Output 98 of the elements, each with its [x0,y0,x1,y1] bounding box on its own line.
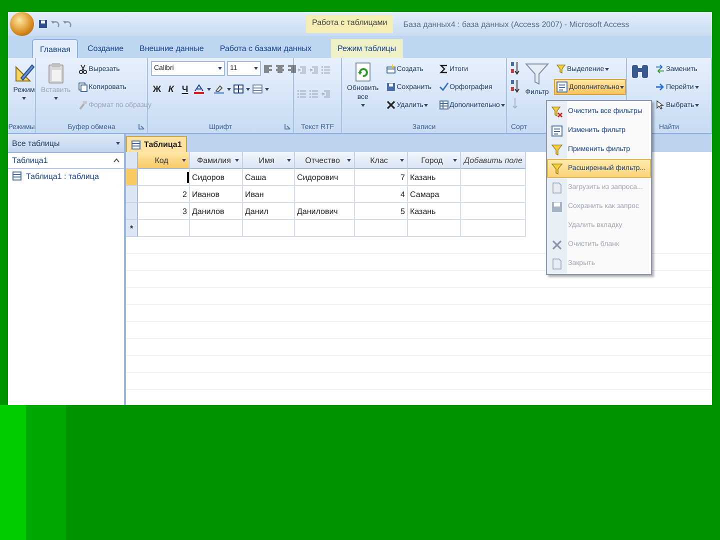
clipboard-icon [46,62,65,84]
funnel-icon [551,162,563,174]
column-header[interactable]: Клас [355,152,408,169]
table-cell: Данилов [190,203,243,220]
record-selector[interactable] [126,186,138,203]
empty-cell [295,186,355,203]
font-color-icon [193,84,205,94]
indent-icon [321,89,331,99]
table-cell: Сидорович [295,169,355,186]
table-cell: Казань [408,203,461,220]
table-cell: Саша [243,169,295,186]
align-center-icon [275,64,285,74]
clear-filter-icon [551,106,563,118]
save-icon [551,200,563,212]
format-button[interactable]: Ж [151,84,163,94]
nav-group-header[interactable]: Таблица1 [8,153,124,169]
table-cell: 4 [355,186,408,203]
table-cell: Иванов [190,186,243,203]
funnel-icon [556,64,566,74]
clear-sort-icon [510,97,520,109]
sort-icon [510,79,520,93]
ribbon-tab[interactable]: Режим таблицы [330,39,404,58]
column-header[interactable]: Добавить поле [461,152,526,169]
empty-cell [461,186,526,203]
table-list-icon [131,140,141,150]
scissors-icon [78,64,88,74]
refresh-icon [354,62,372,82]
nav-item[interactable]: Таблица1 : таблица [8,169,124,183]
new-record-marker: * [126,220,138,237]
delete-icon [386,100,396,110]
window-title: База данных4 : база данных (Access 2007) - Microsoft Access [402,20,630,28]
cursor-icon [655,100,665,110]
new-record-icon [386,64,396,74]
launcher-icon[interactable] [138,123,145,130]
column-header[interactable]: Город [408,152,461,169]
empty-cell [461,203,526,220]
caret-icon [265,88,269,90]
column-header[interactable]: Фамилия [190,152,243,169]
ruler-pencil-icon [13,62,35,84]
caret-icon [116,142,120,144]
delete-icon [551,238,563,250]
ribbon-tab[interactable]: Работа с базами данных [212,39,319,58]
document-tab[interactable]: Таблица1 [126,136,187,152]
align-right-icon [287,64,297,74]
ribbon-tab[interactable]: Внешние данные [132,39,211,58]
document-icon [551,258,563,270]
list-icon [297,89,307,99]
caret-icon [207,88,211,90]
table-cell: 3 [138,203,190,220]
launcher-icon[interactable] [284,123,291,130]
table-cell: Иван [243,186,295,203]
table-cell: 7 [355,169,408,186]
save-icon[interactable] [38,19,48,29]
table-list-icon [12,171,22,181]
record-selector[interactable] [126,169,138,186]
column-header[interactable]: Отчество [295,152,355,169]
grid-icon [233,84,244,94]
format-button[interactable]: К [165,84,177,94]
empty-cell [461,169,526,186]
pages-icon [78,82,88,92]
format-button[interactable]: Ч [179,84,191,94]
highlighter-icon [213,84,225,94]
replace-icon [655,64,665,74]
funnel-icon [551,144,563,156]
table-cell: Данил [243,203,295,220]
list-icon [309,89,319,99]
funnel-icon [525,62,549,86]
list-icon [321,65,331,75]
table-cell: Сидоров [190,169,243,186]
caret-icon [218,67,222,70]
table-cell: Самара [408,186,461,203]
align-left-icon [263,64,273,74]
select-all-button[interactable] [126,152,138,169]
indent-icon [309,65,319,75]
indent-icon [297,65,307,75]
sort-icon [510,61,520,75]
column-header[interactable]: Код [138,152,190,169]
table-cell: Казань [408,169,461,186]
context-label: Работа с таблицами [306,15,394,33]
record-selector[interactable] [126,203,138,220]
table-icon [438,100,448,110]
ribbon-tab[interactable]: Создание [80,39,131,58]
caret-icon [254,67,258,70]
form-icon [551,124,563,136]
ribbon-tab[interactable]: Главная [32,39,78,58]
save-icon [386,82,396,92]
pane-header[interactable]: Все таблицы [8,134,124,153]
arrow-icon [655,82,665,92]
column-header[interactable]: Имя [243,152,295,169]
document-icon [551,182,563,194]
table-cell: Данилович [295,203,355,220]
sigma-icon [438,64,448,74]
table-cell: 5 [355,203,408,220]
brush-icon [78,100,88,110]
lines-icon [252,84,263,94]
check-icon [438,82,448,92]
form-icon [556,81,568,93]
table-cell: 2 [138,186,190,203]
